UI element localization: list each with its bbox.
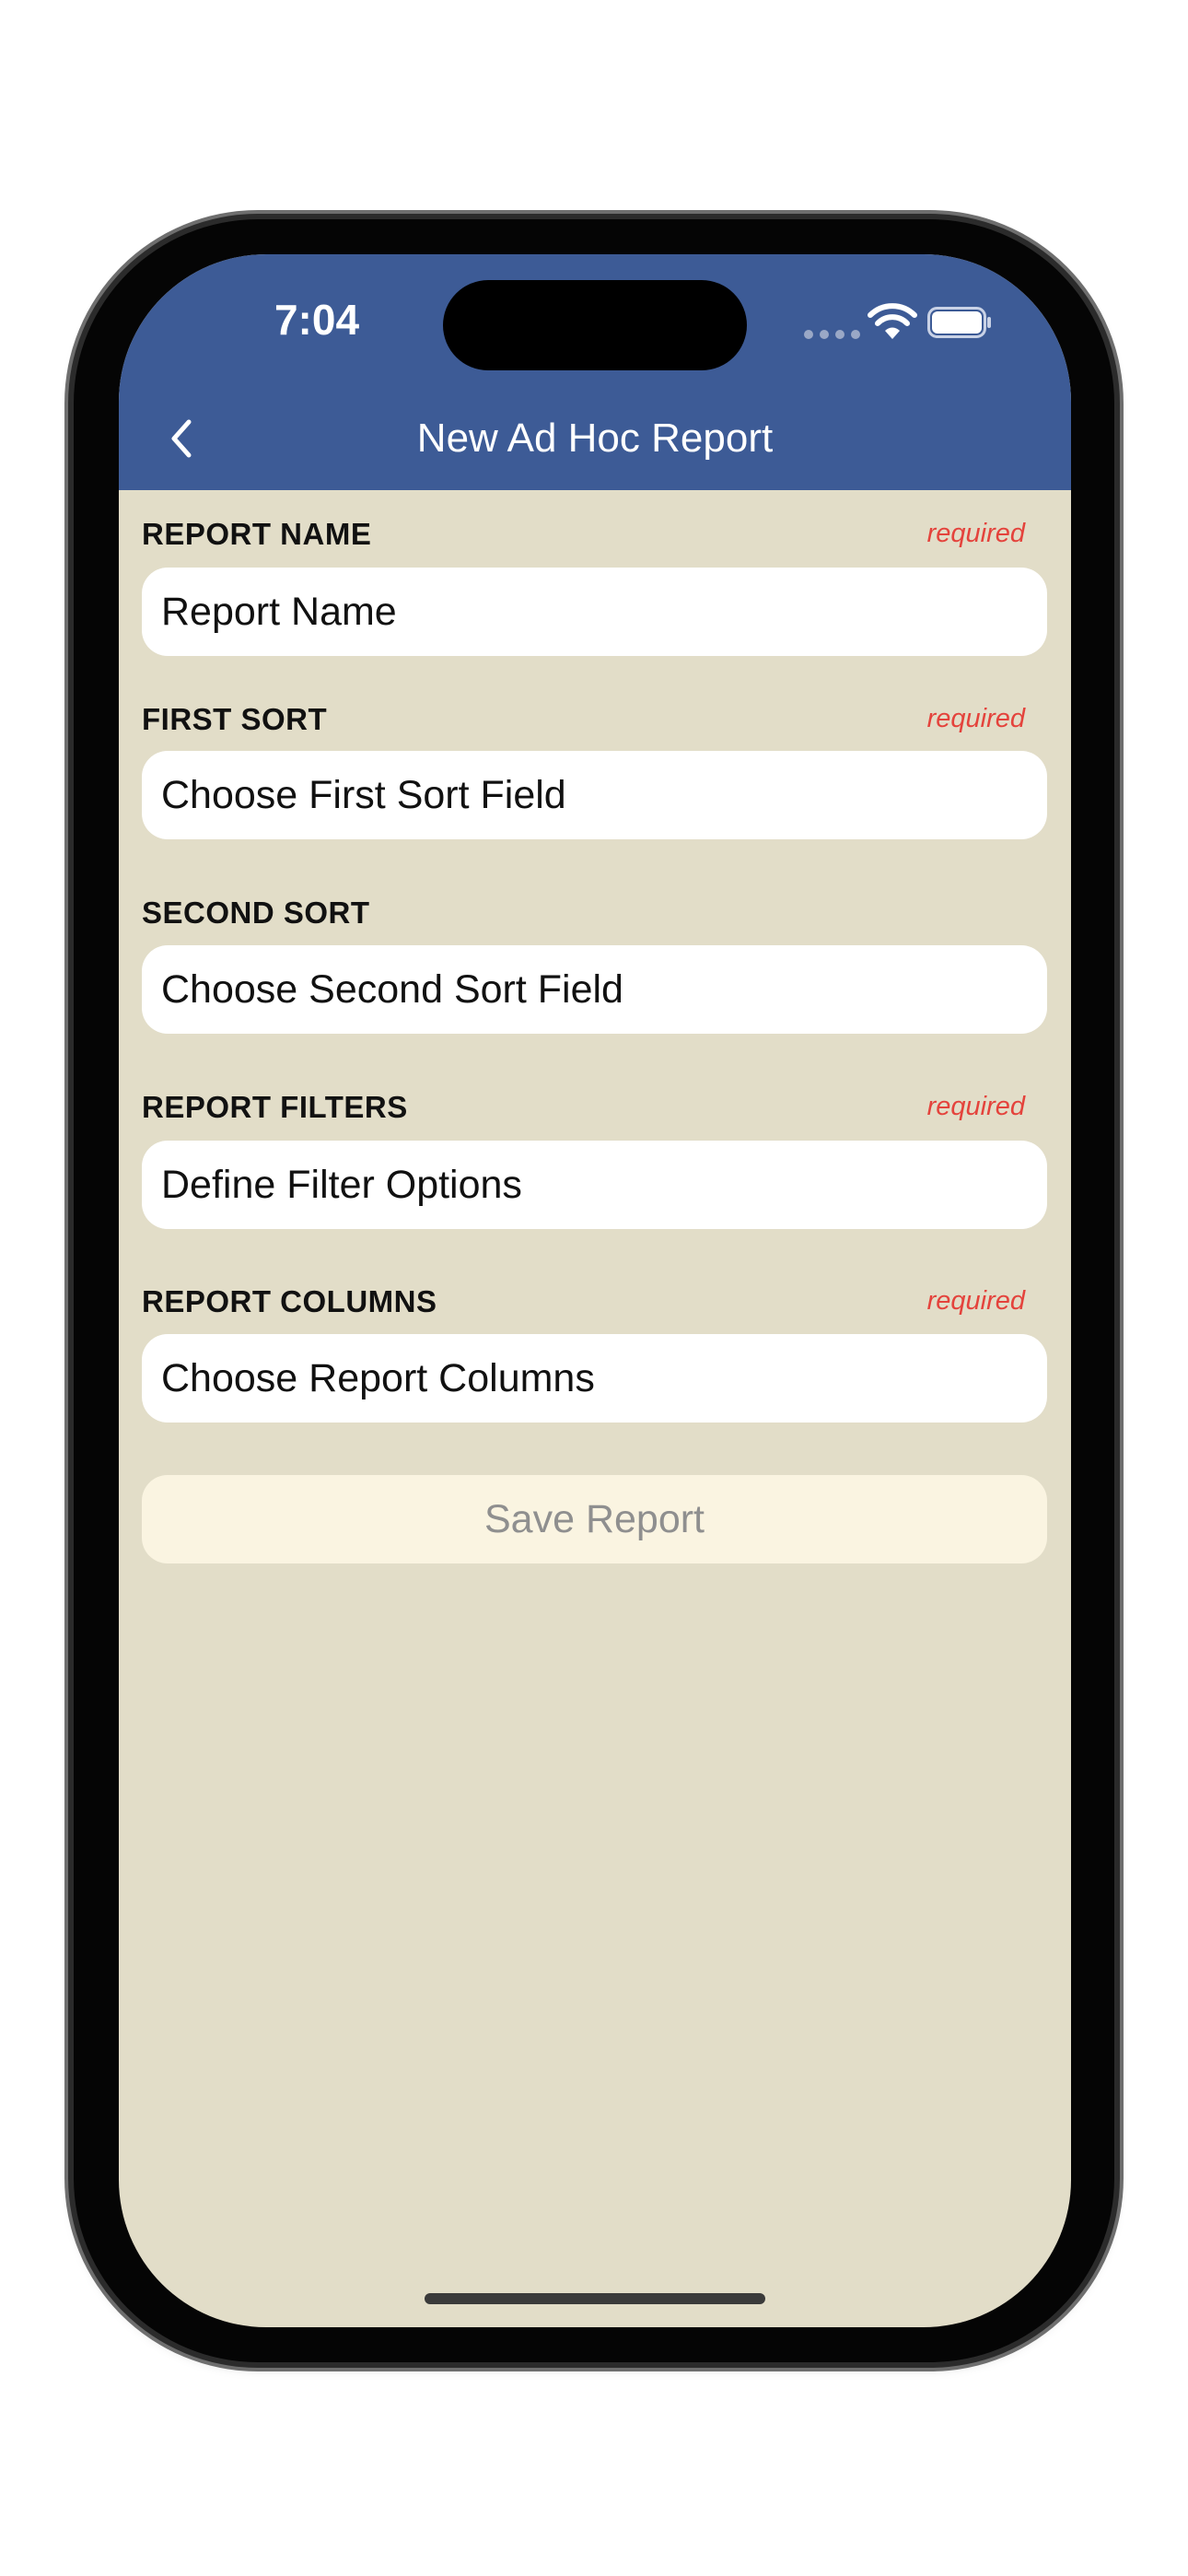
status-time: 7:04 — [274, 296, 360, 344]
device-canvas: 7:04 New Ad Hoc Report REPORT NAME requi… — [0, 0, 1188, 2576]
battery-icon — [927, 307, 991, 338]
report-name-input[interactable]: Report Name — [142, 568, 1047, 656]
save-report-button[interactable]: Save Report — [142, 1475, 1047, 1563]
nav-header: 7:04 New Ad Hoc Report — [119, 254, 1071, 490]
chevron-left-icon[interactable] — [156, 411, 211, 466]
page-title: New Ad Hoc Report — [416, 416, 774, 461]
second-sort-field[interactable]: Choose Second Sort Field — [142, 945, 1047, 1034]
report-filters-required: required — [926, 1092, 1025, 1121]
cellular-signal-icon — [804, 330, 860, 339]
first-sort-required: required — [926, 704, 1025, 733]
report-columns-label: REPORT COLUMNS — [142, 1284, 437, 1318]
dynamic-island — [443, 280, 747, 370]
report-columns-field[interactable]: Choose Report Columns — [142, 1334, 1047, 1423]
report-name-label: REPORT NAME — [142, 517, 372, 551]
report-filters-label: REPORT FILTERS — [142, 1090, 408, 1124]
report-name-required: required — [926, 519, 1025, 548]
app-screen: 7:04 New Ad Hoc Report REPORT NAME requi… — [119, 254, 1071, 2327]
first-sort-field[interactable]: Choose First Sort Field — [142, 751, 1047, 839]
first-sort-label: FIRST SORT — [142, 702, 328, 736]
wifi-icon — [868, 303, 917, 339]
report-filters-field[interactable]: Define Filter Options — [142, 1141, 1047, 1229]
home-indicator[interactable] — [425, 2293, 765, 2304]
second-sort-label: SECOND SORT — [142, 896, 370, 930]
report-columns-required: required — [926, 1286, 1025, 1316]
